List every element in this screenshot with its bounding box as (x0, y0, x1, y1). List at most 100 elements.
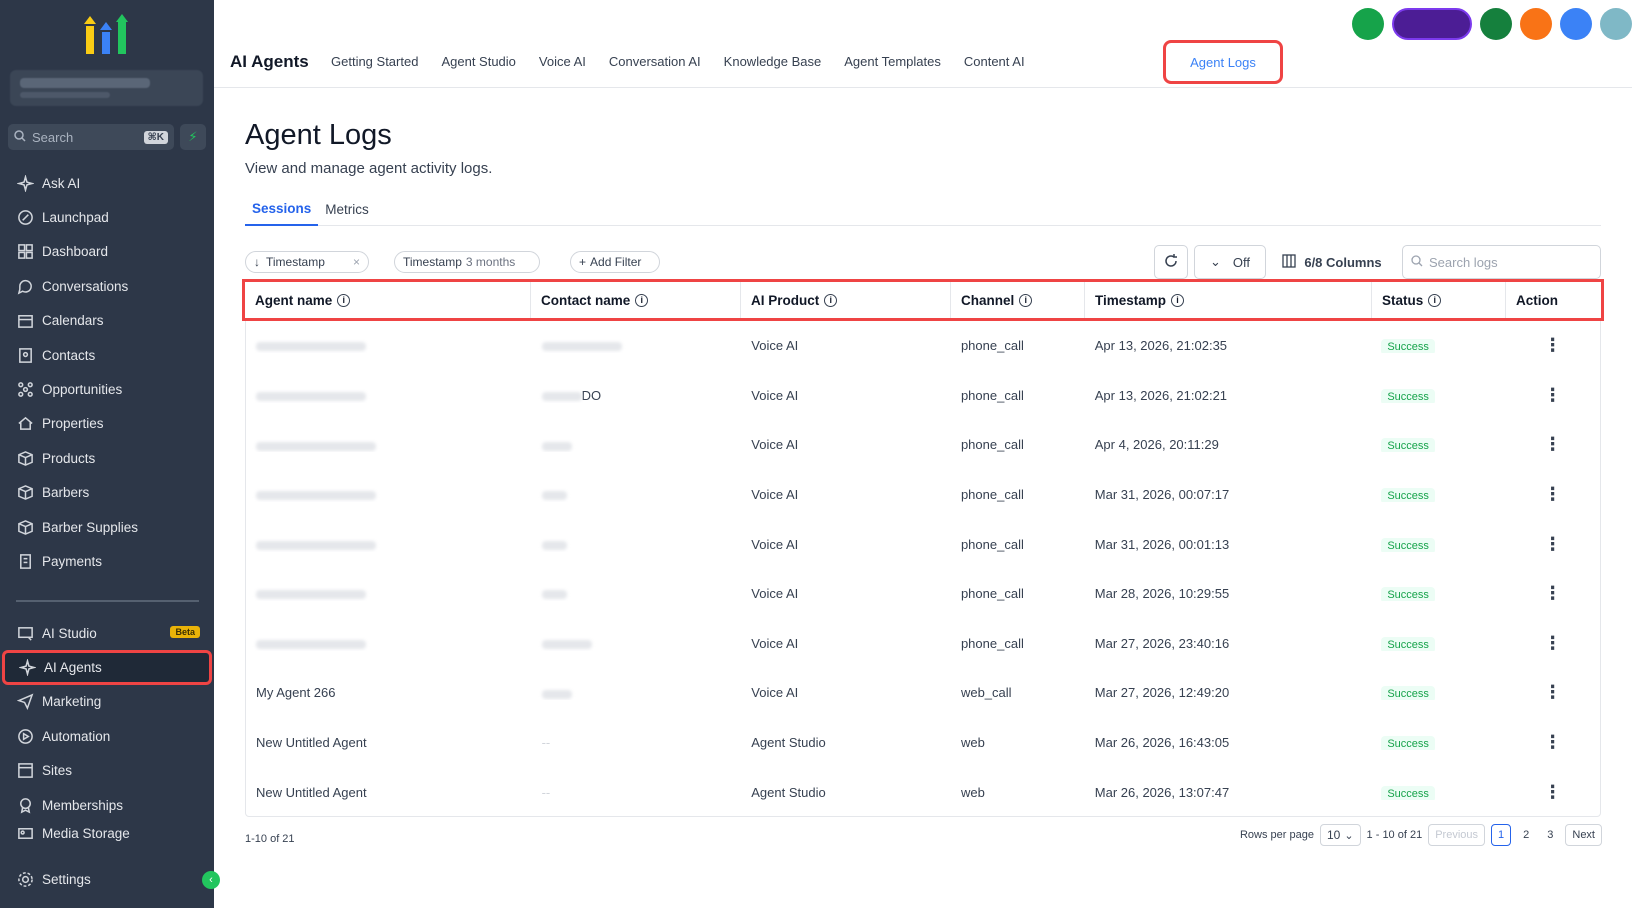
redacted-text (541, 391, 582, 401)
table-row[interactable]: Voice AI phone_call Mar 31, 2026, 00:01:13… (246, 519, 1600, 569)
sidebar-item-settings[interactable]: Settings (0, 862, 214, 896)
tab-conversation-ai[interactable]: Conversation AI (609, 54, 701, 69)
ask-ai-pill-button[interactable] (1392, 8, 1472, 40)
sidebar-item-media-storage[interactable]: Media Storage (0, 822, 214, 844)
column-header-contact-name[interactable]: Contact name i (531, 282, 741, 318)
status-badge: Success (1381, 587, 1435, 602)
more-vertical-icon[interactable]: ⋮ (1544, 782, 1562, 802)
more-vertical-icon[interactable]: ⋮ (1544, 484, 1562, 504)
sort-chip-timestamp[interactable]: ↓ Timestamp × (245, 251, 369, 273)
tab-agent-studio[interactable]: Agent Studio (441, 54, 515, 69)
sidebar-item-sites[interactable]: Sites (0, 754, 214, 788)
quick-action-button[interactable]: ⚡ (180, 124, 206, 150)
sidebar-item-calendars[interactable]: Calendars (0, 304, 214, 338)
close-icon[interactable]: × (353, 255, 360, 269)
help-icon[interactable] (1560, 8, 1592, 40)
column-header-timestamp[interactable]: Timestamp i (1085, 282, 1372, 318)
account-switcher[interactable] (10, 70, 203, 106)
table-row[interactable]: Voice AI phone_call Apr 13, 2026, 21:02:35… (246, 321, 1600, 371)
info-icon[interactable]: i (635, 293, 649, 307)
more-vertical-icon[interactable]: ⋮ (1544, 583, 1562, 603)
table-row[interactable]: Voice AI phone_call Mar 31, 2026, 00:07:17… (246, 470, 1600, 520)
sidebar-item-dashboard[interactable]: Dashboard (0, 235, 214, 269)
info-icon[interactable]: i (824, 293, 838, 307)
page-button-2[interactable]: 2 (1517, 829, 1535, 841)
more-vertical-icon[interactable]: ⋮ (1544, 534, 1562, 554)
phone-icon[interactable] (1352, 8, 1384, 40)
sidebar-item-opportunities[interactable]: Opportunities (0, 372, 214, 406)
columns-label: 6/8 Columns (1304, 254, 1382, 270)
sidebar-item-products[interactable]: Products (0, 441, 214, 475)
sidebar-item-conversations[interactable]: Conversations (0, 269, 214, 303)
table-row[interactable]: Voice AI phone_call Mar 28, 2026, 10:29:55… (246, 569, 1600, 619)
more-vertical-icon[interactable]: ⋮ (1544, 732, 1562, 752)
cell-action: ⋮ (1505, 434, 1600, 455)
sidebar-item-launchpad[interactable]: Launchpad (0, 200, 214, 234)
page-button-3[interactable]: 3 (1541, 829, 1559, 841)
table-row[interactable]: DO Voice AI phone_call Apr 13, 2026, 21:02:… (246, 371, 1600, 421)
sidebar-item-label: Sites (42, 763, 73, 779)
add-filter-button[interactable]: + Add Filter (570, 251, 660, 273)
page-button-1[interactable]: 1 (1491, 824, 1512, 846)
info-icon[interactable]: i (1171, 293, 1185, 307)
sidebar-item-ai-agents[interactable]: AI Agents (2, 650, 212, 685)
filter-chip-timestamp[interactable]: Timestamp 3 months (394, 251, 540, 273)
notifications-icon[interactable] (1520, 8, 1552, 40)
redacted-text (256, 491, 376, 501)
box-icon (16, 484, 34, 502)
rows-per-page-select[interactable]: 10 ⌄ (1319, 824, 1361, 846)
sidebar-item-contacts[interactable]: Contacts (0, 338, 214, 372)
home-icon (16, 415, 34, 433)
search-logs-input[interactable]: Search logs (1402, 245, 1601, 279)
sidebar-search[interactable]: Search ⌘K (8, 124, 174, 150)
cell-contact-name: -- (541, 735, 551, 751)
info-icon[interactable]: i (1019, 293, 1033, 307)
tab-agent-templates[interactable]: Agent Templates (844, 54, 941, 69)
tab-sessions[interactable]: Sessions (245, 192, 319, 226)
tab-metrics[interactable]: Metrics (318, 192, 376, 226)
tab-content-ai[interactable]: Content AI (964, 54, 1025, 69)
sidebar-item-memberships[interactable]: Memberships (0, 788, 214, 822)
columns-button[interactable]: 6/8 Columns (1272, 245, 1392, 279)
table-row[interactable]: New Untitled Agent -- Agent Studio web Mar 2… (246, 718, 1600, 768)
tab-agent-logs[interactable]: Agent Logs (1163, 40, 1283, 84)
next-page-button[interactable]: Next (1565, 824, 1602, 846)
table-row[interactable]: Voice AI phone_call Apr 4, 2026, 20:11:29 S… (246, 420, 1600, 470)
sidebar-item-marketing[interactable]: Marketing (0, 685, 214, 719)
sidebar-item-properties[interactable]: Properties (0, 407, 214, 441)
cell-channel: web_call (960, 685, 1012, 701)
cell-status: Success (1371, 388, 1505, 403)
auto-refresh-dropdown[interactable]: ⌄ Off (1194, 245, 1266, 279)
tab-voice-ai[interactable]: Voice AI (539, 54, 586, 69)
sidebar-item-barber-supplies[interactable]: Barber Supplies (0, 510, 214, 544)
chip-label: Timestamp (266, 255, 325, 269)
sidebar-item-payments[interactable]: Payments (0, 544, 214, 578)
sidebar-item-ai-studio[interactable]: AI Studio Beta (0, 616, 214, 650)
avatar[interactable] (1600, 8, 1632, 40)
more-vertical-icon[interactable]: ⋮ (1544, 633, 1562, 653)
column-header-agent-name[interactable]: Agent name i (245, 282, 531, 318)
sidebar-item-ask-ai[interactable]: Ask AI (0, 166, 214, 200)
more-vertical-icon[interactable]: ⋮ (1544, 385, 1562, 405)
info-icon[interactable]: i (1428, 293, 1442, 307)
column-header-channel[interactable]: Channel i (951, 282, 1085, 318)
sidebar-item-barbers[interactable]: Barbers (0, 476, 214, 510)
table-row[interactable]: My Agent 266 Voice AI web_call Mar 27, 2026… (246, 668, 1600, 718)
column-header-status[interactable]: Status i (1372, 282, 1506, 318)
more-vertical-icon[interactable]: ⋮ (1544, 434, 1562, 454)
tab-getting-started[interactable]: Getting Started (331, 54, 418, 69)
more-vertical-icon[interactable]: ⋮ (1544, 335, 1562, 355)
tab-knowledge-base[interactable]: Knowledge Base (724, 54, 822, 69)
megaphone-icon[interactable] (1480, 8, 1512, 40)
table-row[interactable]: New Untitled Agent -- Agent Studio web Mar 2… (246, 767, 1600, 817)
sidebar-item-automation[interactable]: Automation (0, 719, 214, 753)
more-vertical-icon[interactable]: ⋮ (1544, 682, 1562, 702)
table-row[interactable]: Voice AI phone_call Mar 27, 2026, 23:40:16… (246, 619, 1600, 669)
brand-logo-icon[interactable] (82, 14, 132, 56)
cell-contact-name: -- (541, 784, 551, 800)
cell-channel: phone_call (960, 536, 1024, 552)
column-header-ai-product[interactable]: AI Product i (741, 282, 951, 318)
info-icon[interactable]: i (337, 293, 351, 307)
refresh-button[interactable] (1154, 245, 1188, 279)
previous-page-button[interactable]: Previous (1428, 824, 1485, 846)
